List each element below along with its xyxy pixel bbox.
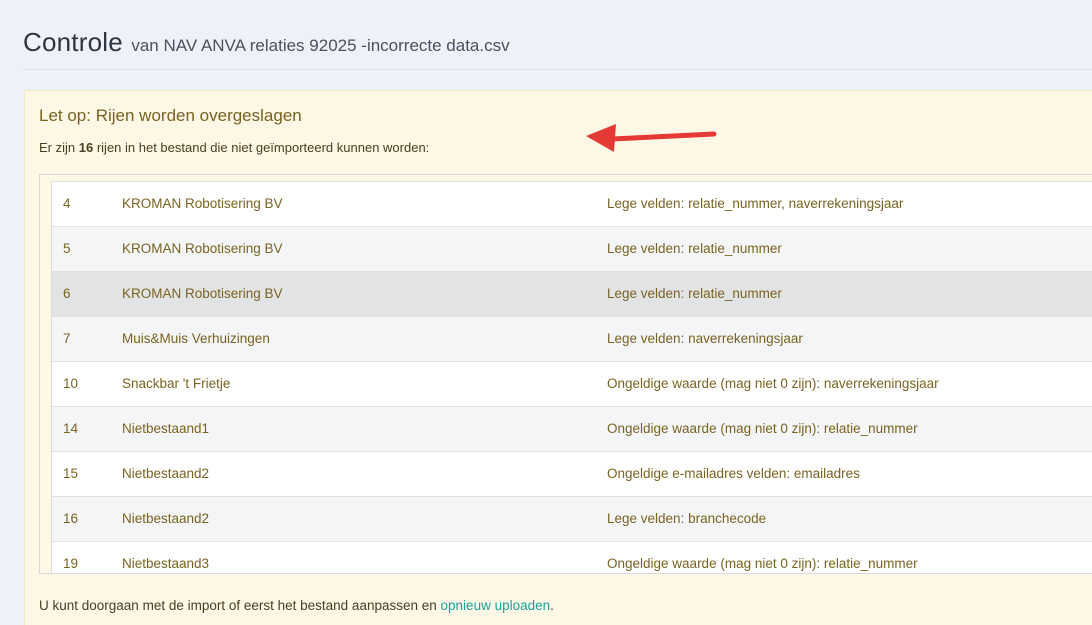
row-issue: Lege velden: relatie_nummer [607, 241, 782, 256]
row-number: 16 [63, 511, 79, 526]
row-number: 4 [63, 196, 71, 211]
row-issue: Ongeldige e-mailadres velden: emailadres [607, 466, 860, 481]
row-number: 10 [63, 376, 79, 391]
row-number: 7 [63, 331, 71, 346]
table-row[interactable]: 5 KROMAN Robotisering BV Lege velden: rela… [52, 226, 1092, 271]
header-divider [23, 69, 1092, 70]
table-row[interactable]: 16 Nietbestaand2 Lege velden: branchecode [52, 496, 1092, 541]
table-row[interactable]: 6 KROMAN Robotisering BV Lege velden: rela… [52, 271, 1092, 316]
row-number: 5 [63, 241, 71, 256]
footer-end: . [550, 598, 554, 613]
row-issue: Ongeldige waarde (mag niet 0 zijn): nave… [607, 376, 939, 391]
row-issue: Lege velden: relatie_nummer [607, 286, 782, 301]
row-number: 14 [63, 421, 79, 436]
row-issue: Lege velden: branchecode [607, 511, 767, 526]
row-issue: Lege velden: naverrekeningsjaar [607, 331, 803, 346]
table-row[interactable]: 15 Nietbestaand2 Ongeldige e-mailadres vel… [52, 451, 1092, 496]
summary-suffix: rijen in het bestand die niet geïmportee… [96, 140, 430, 155]
reupload-link[interactable]: opnieuw uploaden [441, 598, 551, 613]
table-row[interactable]: 7 Muis&Muis Verhuizingen Lege velden: nave… [52, 316, 1092, 361]
footer-text: U kunt doorgaan met de import of eerst h… [39, 598, 554, 613]
warning-title: Let op: Rijen worden overgeslagen [39, 106, 302, 125]
row-relation-name: Nietbestaand1 [122, 421, 210, 436]
row-number: 19 [63, 556, 79, 571]
table-body: 4 KROMAN Robotisering BV Lege velden: rela… [51, 181, 1092, 573]
row-issue: Lege velden: relatie_nummer, naverrekeni… [607, 196, 904, 211]
table-row[interactable]: 10 Snackbar 't Frietje Ongeldige waarde (m… [52, 361, 1092, 406]
row-relation-name: KROMAN Robotisering BV [122, 286, 283, 301]
page-subtitle: van NAV ANVA relaties 92025 -incorrecte … [131, 36, 510, 55]
row-relation-name: Nietbestaand2 [122, 466, 210, 481]
summary-prefix: Er zijn [39, 140, 76, 155]
skipped-row-count: 16 [78, 140, 94, 155]
row-issue: Ongeldige waarde (mag niet 0 zijn): rela… [607, 421, 918, 436]
table-row[interactable]: 19 Nietbestaand3 Ongeldige waarde (mag nie… [52, 541, 1092, 573]
skipped-rows-table[interactable]: 4 KROMAN Robotisering BV Lege velden: rela… [39, 174, 1092, 574]
row-relation-name: Snackbar 't Frietje [122, 376, 231, 391]
row-relation-name: KROMAN Robotisering BV [122, 241, 283, 256]
warning-panel: Let op: Rijen worden overgeslagen Er zij… [24, 90, 1092, 625]
footer-message: U kunt doorgaan met de import of eerst h… [39, 598, 437, 613]
row-issue: Ongeldige waarde (mag niet 0 zijn): rela… [607, 556, 918, 571]
row-number: 6 [63, 286, 71, 301]
row-relation-name: KROMAN Robotisering BV [122, 196, 283, 211]
page-header: Controle van NAV ANVA relaties 92025 -in… [23, 27, 510, 58]
warning-summary: Er zijn 16 rijen in het bestand die niet… [39, 140, 429, 155]
row-relation-name: Muis&Muis Verhuizingen [122, 331, 270, 346]
row-relation-name: Nietbestaand3 [122, 556, 210, 571]
row-relation-name: Nietbestaand2 [122, 511, 210, 526]
page-title: Controle [23, 27, 123, 57]
row-number: 15 [63, 466, 79, 481]
arrow-annotation-icon [586, 124, 717, 152]
table-row[interactable]: 14 Nietbestaand1 Ongeldige waarde (mag nie… [52, 406, 1092, 451]
table-row[interactable]: 4 KROMAN Robotisering BV Lege velden: rela… [52, 181, 1092, 226]
